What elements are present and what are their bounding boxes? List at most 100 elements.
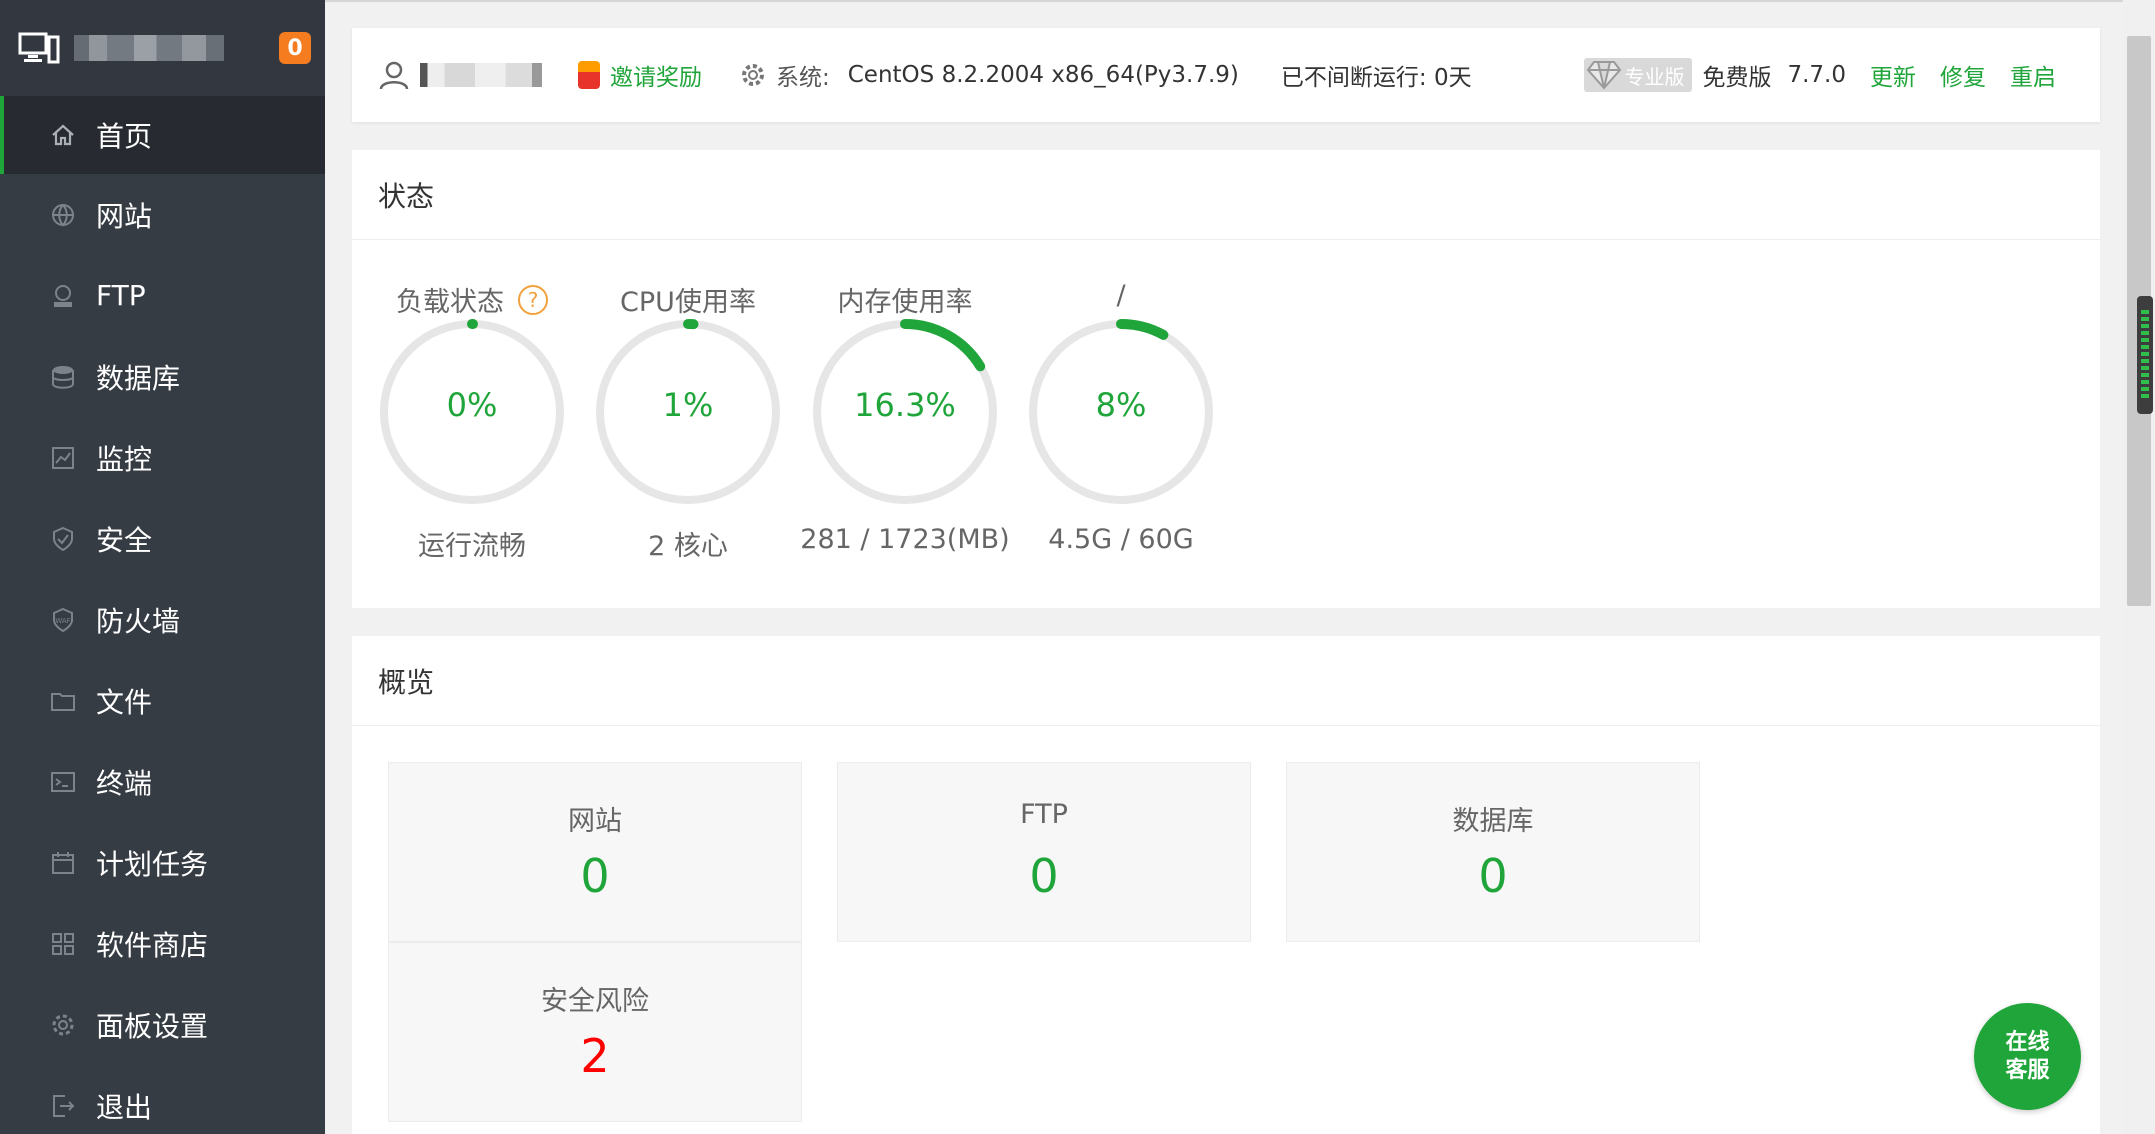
card-value: 0 [580,849,610,903]
logout-icon [48,1091,78,1121]
shield-icon [48,524,78,554]
sidebar-item-label: 文件 [96,685,153,719]
sidebar-item-label: 软件商店 [96,928,209,962]
page-scrollbar[interactable] [2123,0,2155,1134]
notification-badge[interactable]: 0 [279,32,311,64]
gauge-title: 内存使用率 [837,287,973,318]
online-support-button[interactable]: 在线 客服 [1974,1003,2081,1110]
help-icon[interactable]: ? [518,284,548,315]
gauge-title: CPU使用率 [620,287,756,318]
sidebar-item-label: 计划任务 [96,847,209,881]
sidebar-item-files[interactable]: 文件 [0,660,325,741]
status-title: 状态 [352,150,2100,240]
monitor-icon [48,443,78,473]
gauge-subtext: 运行流畅 [418,531,526,562]
card-label: FTP [1020,799,1068,830]
settings-icon [48,1010,78,1040]
pro-edition-label: 专业版 [1624,64,1685,89]
calendar-icon [48,848,78,878]
card-label: 数据库 [1452,806,1534,837]
computer-icon [18,32,60,64]
gauge-value: 8% [1095,386,1147,424]
sidebar: 0 首页 网站 FTP 数据库 监控 安全 WAF 防火墙 文件 终端 计划任务… [0,0,325,1134]
sidebar-item-website[interactable]: 网站 [0,174,325,255]
sidebar-item-label: 退出 [96,1090,153,1124]
gauge-subtext: 281 / 1723(MB) [800,524,1010,555]
home-icon [48,120,78,150]
status-panel: 状态 负载状态? 0% 运行流畅 CPU使用率 1% 2 核心 内存使用率 16… [352,150,2100,608]
sidebar-item-security[interactable]: 安全 [0,498,325,579]
sidebar-item-label: FTP [96,279,146,312]
sidebar-item-logout[interactable]: 退出 [0,1065,325,1134]
sidebar-item-label: 监控 [96,442,153,476]
chat-line-1: 在线 [2005,1029,2050,1055]
gauge-value: 0% [446,386,498,424]
card-value: 2 [580,1029,610,1083]
gear-icon [742,64,764,86]
sidebar-item-terminal[interactable]: 终端 [0,741,325,822]
sidebar-item-ftp[interactable]: FTP [0,255,325,336]
gauge-subtext: 2 核心 [648,531,728,562]
gauge-subtext: 4.5G / 60G [1048,524,1194,555]
card-ftp[interactable]: FTP 0 [837,762,1251,942]
card-label: 网站 [568,806,622,837]
grid-icon [48,929,78,959]
invite-reward-link[interactable]: 邀请奖励 [610,58,702,92]
sidebar-header: 0 [0,0,325,96]
sidebar-item-label: 网站 [96,199,153,233]
card-label: 安全风险 [541,986,649,1017]
card-value: 0 [1478,849,1508,903]
update-link[interactable]: 更新 [1870,58,1916,92]
chat-line-2: 客服 [2005,1057,2050,1083]
card-security-risk[interactable]: 安全风险 2 [388,942,802,1122]
system-label: 系统: [776,65,830,91]
card-database[interactable]: 数据库 0 [1286,762,1700,942]
system-value: CentOS 8.2.2004 x86_64(Py3.7.9) [847,62,1239,88]
gift-icon [578,61,600,89]
repair-link[interactable]: 修复 [1940,58,1986,92]
sidebar-nav: 首页 网站 FTP 数据库 监控 安全 WAF 防火墙 文件 终端 计划任务 软… [0,96,325,1134]
diamond-icon [1587,61,1622,90]
side-widget-handle[interactable] [2137,296,2153,414]
gauge-title: 负载状态 [396,287,504,318]
sidebar-item-monitor[interactable]: 监控 [0,417,325,498]
gauge-value: 16.3% [854,386,956,424]
gauge-row: 负载状态? 0% 运行流畅 CPU使用率 1% 2 核心 内存使用率 16.3%… [352,240,2100,608]
username-redacted [420,63,542,87]
svg-text:WAF: WAF [55,617,70,625]
sidebar-item-home[interactable]: 首页 [0,96,325,174]
restart-link[interactable]: 重启 [2010,58,2056,92]
folder-icon [48,686,78,716]
sidebar-item-label: 首页 [96,120,153,153]
top-info-bar: 邀请奖励 系统: CentOS 8.2.2004 x86_64(Py3.7.9)… [352,28,2100,122]
firewall-icon: WAF [48,605,78,635]
globe-icon [48,200,78,230]
sidebar-item-label: 安全 [96,523,153,557]
gauge-title: / [1116,280,1126,311]
sidebar-item-label: 防火墙 [96,604,181,638]
ftp-icon [48,281,78,311]
card-website[interactable]: 网站 0 [388,762,802,942]
terminal-icon [48,767,78,797]
pro-edition-badge[interactable]: 专业版 [1584,58,1693,92]
version-area: 专业版 免费版 7.7.0 更新 修复 重启 [1584,28,2056,122]
sidebar-item-firewall[interactable]: WAF 防火墙 [0,579,325,660]
hostname-redacted [74,35,224,61]
main-content: 邀请奖励 系统: CentOS 8.2.2004 x86_64(Py3.7.9)… [325,0,2155,1134]
sidebar-item-database[interactable]: 数据库 [0,336,325,417]
sidebar-item-settings[interactable]: 面板设置 [0,984,325,1065]
user-icon [379,61,409,90]
sidebar-item-store[interactable]: 软件商店 [0,903,325,984]
sidebar-item-cron[interactable]: 计划任务 [0,822,325,903]
database-icon [48,362,78,392]
version-number: 7.7.0 [1787,62,1846,88]
sidebar-item-label: 终端 [96,766,153,800]
overview-title: 概览 [352,636,2100,726]
overview-panel: 概览 网站 0 FTP 0 数据库 0 安全风险 2 [352,636,2100,1134]
sidebar-item-label: 数据库 [96,361,181,395]
uptime-text: 已不间断运行: 0天 [1280,65,1472,91]
card-value: 0 [1029,849,1059,903]
gauge-value: 1% [662,386,714,424]
sidebar-item-label: 面板设置 [96,1009,209,1043]
free-edition-label: 免费版 [1702,65,1772,91]
